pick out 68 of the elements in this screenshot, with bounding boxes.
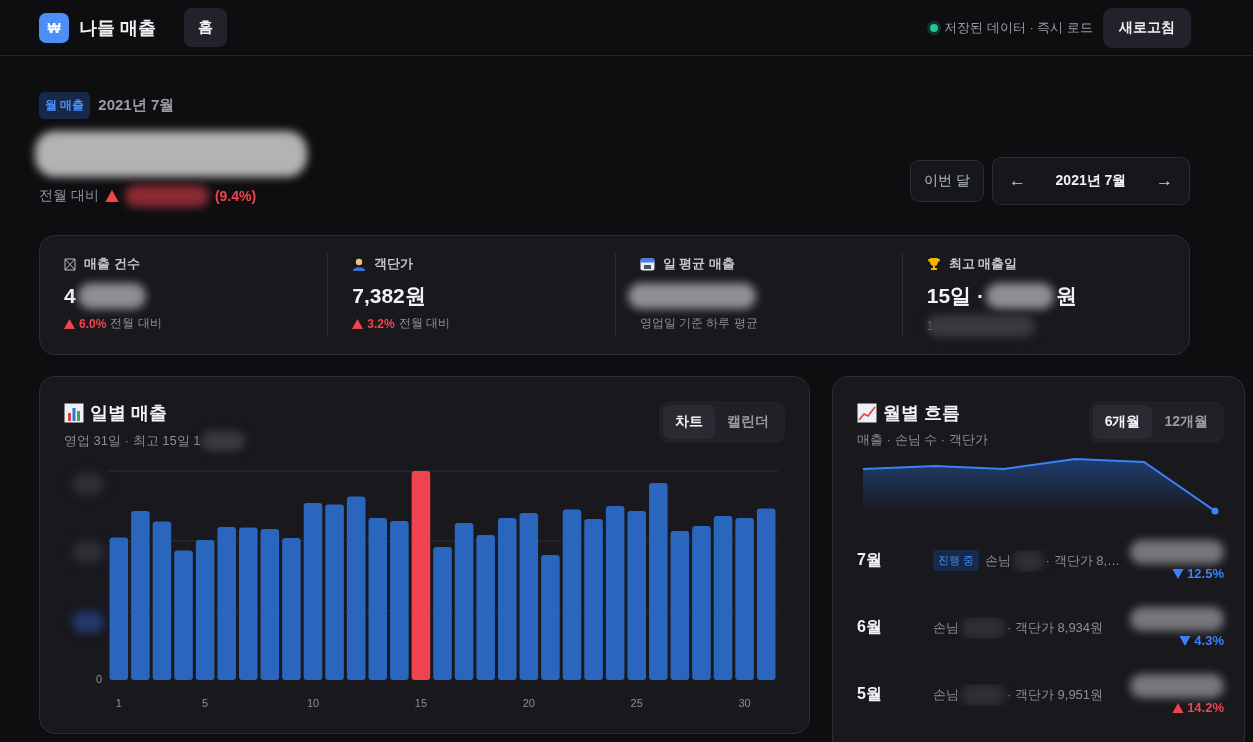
status-dot [930,23,939,32]
redaction-blur [961,683,1005,706]
month-change: 14.2% [1187,700,1224,715]
month-label: 7월 [857,550,883,570]
trophy-icon [926,257,941,271]
calendar-icon [639,257,655,271]
toggle-tab[interactable]: 6개월 [1092,405,1153,439]
month-label: 6월 [857,617,883,637]
axis-label: 1 [115,697,122,709]
stat-note: 영업일 기준 하루 평균 [639,315,758,332]
guest-label: 손님 [933,618,959,637]
month-label: 5월 [857,684,883,704]
guest-label: 손님 [985,551,1012,570]
month-detail: · 객단가 8,934원 [1007,618,1104,637]
panel-subtitle: 영업 31일 · 최고 15일 1 [64,432,201,450]
stat-label: 최고 매출일 [948,255,1018,273]
month-change: 4.3% [1194,633,1224,648]
status-text: 저장된 데이터 · 즉시 로드 [944,18,1093,37]
status-badge: 진행 중 [933,550,980,571]
period-label: 2021년 7월 [98,96,175,115]
bar-chart-icon [64,403,84,423]
stat-note: 1 [926,319,934,333]
month-detail: · 객단가 9,951원 [1007,685,1104,704]
axis-label: 30 [738,697,751,709]
redaction-blur [72,541,104,563]
guest-label: 손님 [933,685,959,704]
app-name: 나들 매출 [79,16,156,40]
axis-label: 5 [202,697,209,709]
stat-value: 7,382원 [352,283,426,309]
compare-label: 전월 대비 [39,187,99,205]
stat-change: 6.0% [79,316,107,331]
refresh-button[interactable]: 새로고침 [1103,7,1191,48]
stat-note: 전월 대비 [398,315,450,332]
month-detail: · 객단가 8,… [1045,551,1120,570]
redaction-blur [72,473,104,495]
stat-note: 전월 대비 [110,315,162,332]
nav-tab[interactable]: 홈 [184,8,227,47]
axis-label: 25 [630,697,643,709]
compare-percent: (9.4%) [214,188,257,204]
month-change: 12.5% [1187,566,1224,581]
redaction-blur [1013,549,1044,572]
stat-change: 3.2% [367,316,395,331]
stat-label: 매출 건수 [84,255,140,273]
stat-label: 객단가 [374,255,414,273]
panel-title: 월별 흐름 [883,402,960,425]
previous-month-button[interactable]: ← [999,163,1036,199]
current-month: 2021년 7월 [1054,172,1128,190]
stat-value-unit: 원 [1055,283,1077,309]
axis-label: 15 [414,697,428,709]
stat-value: 15일 · [926,283,984,309]
person-icon [352,257,367,271]
logo-icon: ₩ [39,12,69,43]
axis-label: 0 [95,673,102,685]
toggle-tab[interactable]: 12개월 [1152,405,1220,439]
line-chart-icon [857,403,877,423]
panel-subtitle: 매출 · 손님 수 · 객단가 [857,431,988,449]
this-month-button[interactable]: 이번 달 [910,160,984,202]
redaction-blur [72,611,104,633]
stat-value: 4 [64,284,76,308]
panel-title: 일별 매출 [90,402,167,425]
toggle-tab[interactable]: 캘린더 [715,405,781,439]
next-month-button[interactable]: → [1146,163,1183,199]
stat-label: 일 평균 매출 [662,255,735,273]
axis-label: 20 [522,697,535,709]
toggle-tab[interactable]: 차트 [663,405,715,439]
axis-label: 10 [306,697,320,709]
redaction-blur [961,616,1005,639]
period-badge: 월 매출 [39,92,91,119]
